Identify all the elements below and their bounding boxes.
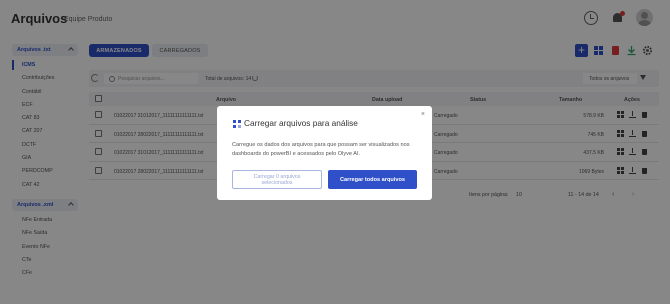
dashboard-icon xyxy=(233,120,241,128)
close-icon[interactable]: × xyxy=(421,111,425,118)
load-files-dialog: Carregar arquivos para análise × Carregu… xyxy=(217,106,432,200)
load-all-button[interactable]: Carregar todos arquivos xyxy=(328,170,417,189)
load-selected-button[interactable]: Carregar 0 arquivos selecionados xyxy=(232,170,322,189)
load-selected-label-2: selecionados xyxy=(261,180,293,186)
dialog-description: Carregue os dados dos arquivos para que … xyxy=(232,142,410,157)
dialog-title: Carregar arquivos para análise xyxy=(244,118,358,128)
